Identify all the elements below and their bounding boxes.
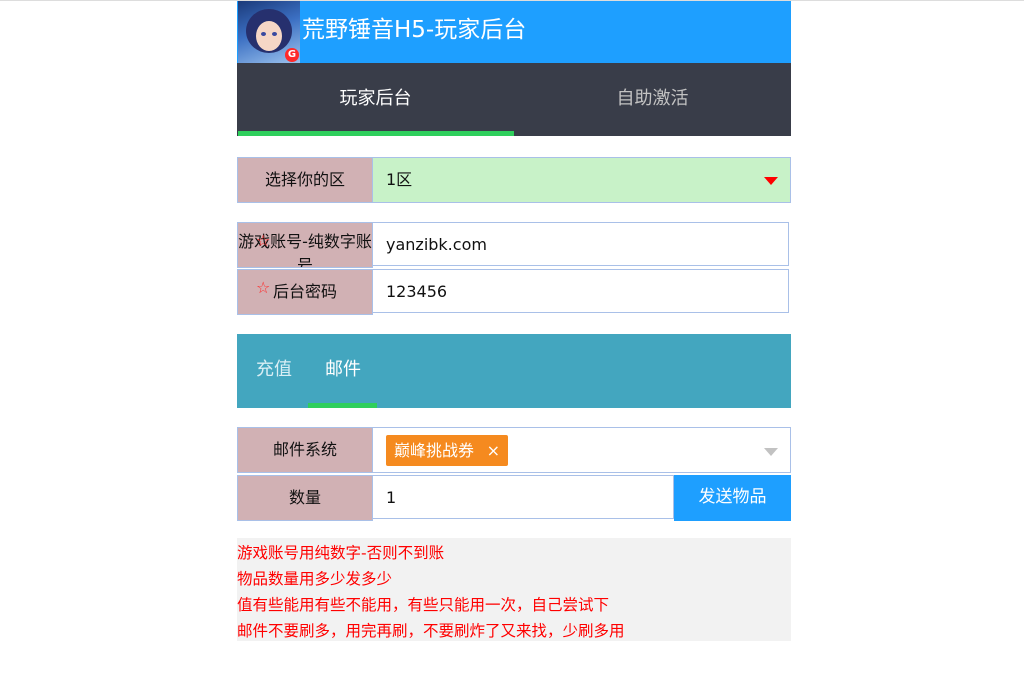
mail-label: 邮件系统: [237, 427, 373, 473]
password-label: ☆ 后台密码: [237, 269, 373, 315]
mail-row: 邮件系统 巅峰挑战券 ×: [237, 427, 791, 473]
notice-box: 游戏账号用纯数字-否则不到账 物品数量用多少发多少 值有些能用有些不能用，有些只…: [237, 538, 791, 641]
mail-item-select[interactable]: 巅峰挑战券 ×: [372, 427, 791, 473]
quantity-input[interactable]: 1: [372, 475, 674, 519]
notice-line: 游戏账号用纯数字-否则不到账: [237, 544, 445, 562]
password-row: ☆ 后台密码 123456: [237, 269, 791, 315]
quantity-label: 数量: [237, 475, 373, 521]
chevron-down-icon: [764, 448, 778, 456]
notice-line: 物品数量用多少发多少: [237, 570, 393, 588]
notice-line: 值有些能用有些不能用，有些只能用一次，自己尝试下: [237, 596, 610, 614]
required-star-icon: ☆: [256, 278, 271, 297]
tab-self-activation[interactable]: 自助激活: [514, 63, 791, 136]
password-input[interactable]: 123456: [372, 269, 789, 313]
quantity-row: 数量 1 发送物品: [237, 475, 791, 521]
zone-row: 选择你的区 1区: [237, 157, 791, 203]
chevron-down-icon: [764, 177, 778, 185]
active-subtab-indicator: [308, 403, 377, 408]
account-label: ☆ 游戏账号-纯数字账号: [237, 222, 373, 268]
account-row: ☆ 游戏账号-纯数字账号 yanzibk.com: [237, 222, 791, 268]
tab-mail[interactable]: 邮件: [325, 334, 361, 406]
tab-player-backend[interactable]: 玩家后台: [237, 63, 514, 136]
close-icon[interactable]: ×: [487, 435, 500, 466]
zone-select[interactable]: 1区: [372, 157, 791, 203]
tab-recharge[interactable]: 充值: [256, 334, 292, 406]
page-title: 荒野锤音H5-玩家后台: [302, 17, 527, 43]
zone-label: 选择你的区: [237, 157, 373, 203]
app-header: G 荒野锤音H5-玩家后台: [237, 1, 791, 63]
main-nav: 玩家后台 自助激活: [237, 63, 791, 136]
game-avatar-icon: G: [238, 1, 300, 63]
sub-nav: 充值 邮件: [237, 334, 791, 408]
notice-line: 邮件不要刷多，用完再刷，不要刷炸了又来找，少刷多用: [237, 622, 625, 640]
player-panel: G 荒野锤音H5-玩家后台 玩家后台 自助激活 选择你的区 1区 ☆ 游戏账号-…: [237, 1, 791, 641]
game-badge-icon: G: [285, 48, 299, 62]
account-input[interactable]: yanzibk.com: [372, 222, 789, 266]
active-tab-indicator: [238, 131, 514, 136]
selected-item-tag: 巅峰挑战券 ×: [386, 435, 509, 466]
required-star-icon: ☆: [256, 231, 271, 250]
zone-select-value: 1区: [386, 170, 413, 189]
send-item-button[interactable]: 发送物品: [674, 475, 791, 521]
